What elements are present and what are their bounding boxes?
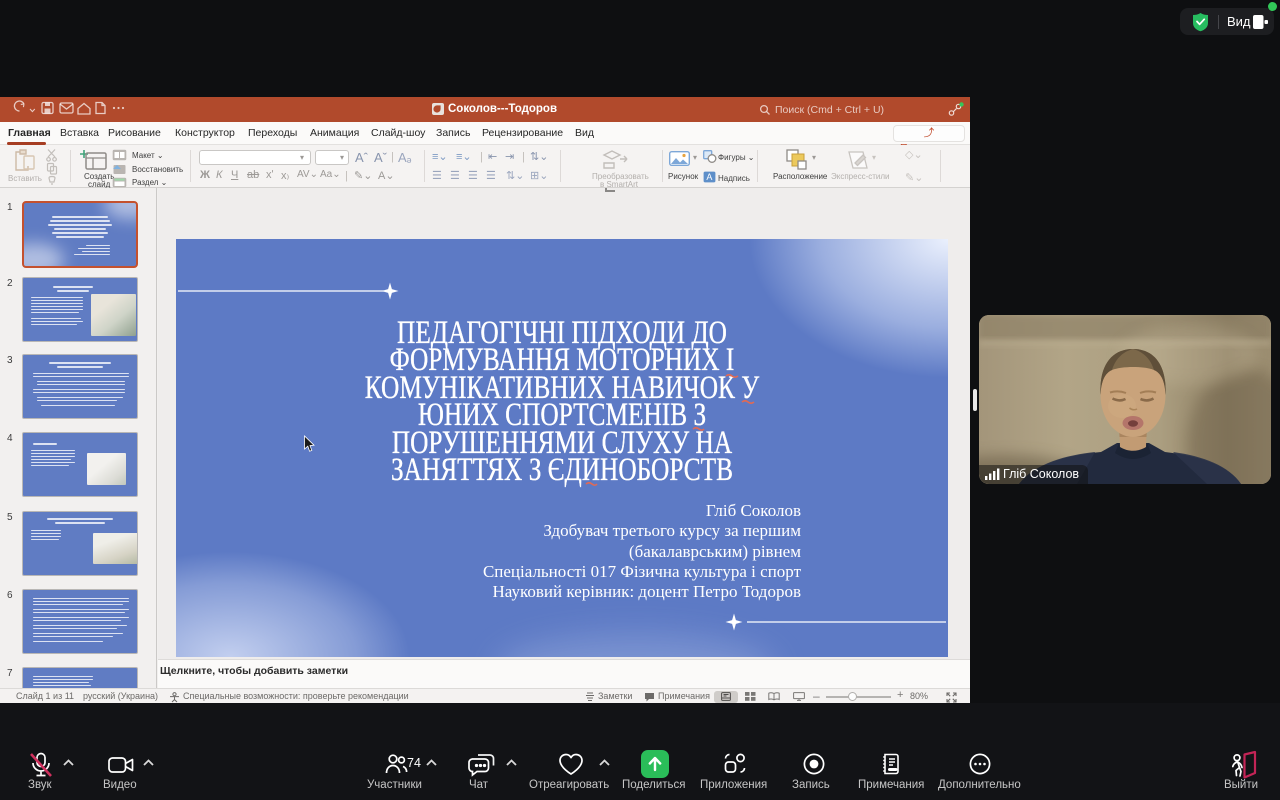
svg-text:A: A (706, 172, 712, 182)
